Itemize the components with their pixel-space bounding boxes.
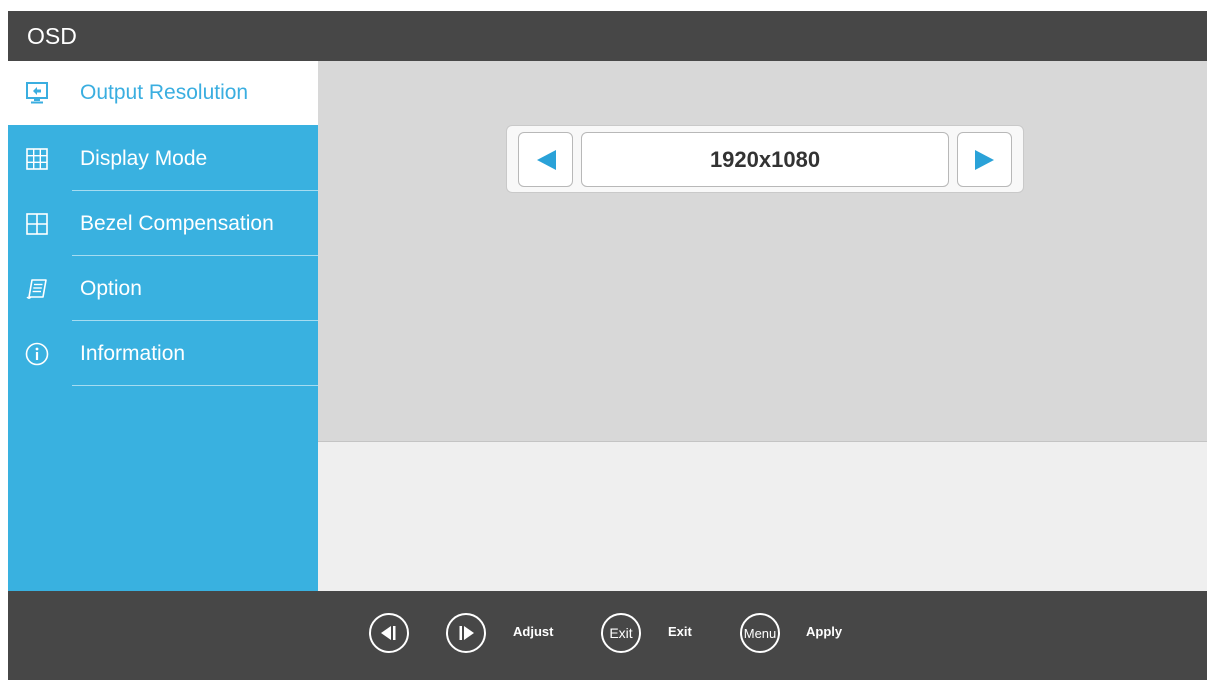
resolution-value: 1920x1080 (581, 132, 949, 187)
grid-icon (25, 147, 49, 171)
apply-label: Apply (806, 624, 843, 639)
left-arrow-icon (536, 149, 556, 170)
sidebar-item-output-resolution[interactable]: Output Resolution (8, 61, 318, 125)
sidebar-item-label: Option (80, 277, 142, 300)
next-resolution-button[interactable] (957, 132, 1012, 187)
divider (72, 385, 318, 386)
bezel-icon (25, 212, 49, 236)
previous-resolution-button[interactable] (518, 132, 573, 187)
menu-key-button[interactable]: Menu (740, 613, 780, 653)
osd-window: OSD Output Resolution Display Mode Bezel… (8, 11, 1207, 680)
sidebar-item-information[interactable]: Information (8, 322, 318, 386)
right-arrow-icon (974, 149, 994, 170)
exit-key-button[interactable]: Exit (601, 613, 641, 653)
settings-panel: 1920x1080 (318, 61, 1207, 442)
left-key-button[interactable] (369, 613, 409, 653)
exit-key-label: Exit (609, 625, 633, 641)
sidebar-item-label: Bezel Compensation (80, 212, 274, 235)
sidebar-item-bezel-compensation[interactable]: Bezel Compensation (8, 192, 318, 256)
sidebar-item-option[interactable]: Option (8, 257, 318, 321)
adjust-label: Adjust (513, 624, 554, 639)
sidebar-item-display-mode[interactable]: Display Mode (8, 127, 318, 191)
right-arrow-bar-icon (459, 626, 474, 640)
resolution-selector: 1920x1080 (506, 125, 1024, 193)
info-icon (25, 342, 49, 366)
output-resolution-icon (25, 81, 49, 105)
sidebar-item-label: Information (80, 342, 186, 365)
menu-key-label: Menu (743, 625, 777, 641)
option-icon (25, 277, 49, 301)
divider (72, 255, 318, 256)
left-arrow-bar-icon (381, 626, 396, 640)
divider (72, 320, 318, 321)
osd-title: OSD (8, 11, 1207, 61)
description-panel (318, 442, 1207, 591)
sidebar: Output Resolution Display Mode Bezel Com… (8, 61, 318, 591)
divider (72, 190, 318, 191)
sidebar-item-label: Display Mode (80, 147, 208, 170)
right-key-button[interactable] (446, 613, 486, 653)
sidebar-item-label: Output Resolution (80, 81, 249, 104)
exit-label: Exit (668, 624, 692, 639)
key-hint-bar: Adjust Exit Exit Menu Apply (8, 591, 1207, 680)
